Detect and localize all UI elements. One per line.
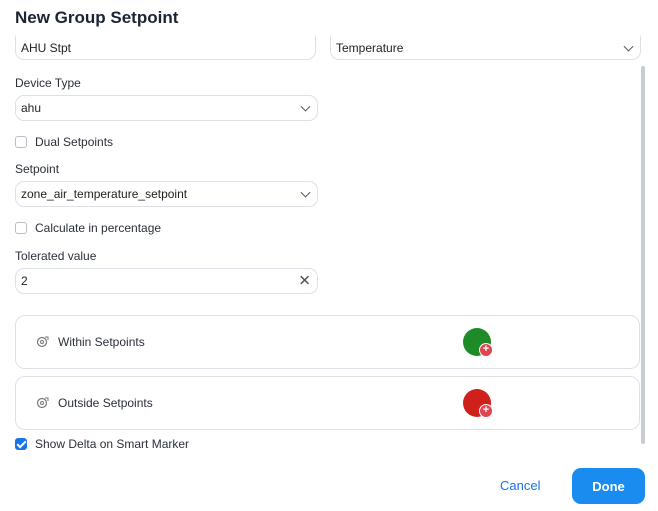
device-type-select[interactable]: ahu <box>15 95 318 121</box>
chevron-down-icon <box>300 101 311 112</box>
chevron-down-icon <box>623 41 634 52</box>
scrollbar[interactable] <box>641 66 645 444</box>
done-button[interactable]: Done <box>572 468 645 504</box>
device-type-value: ahu <box>21 101 42 115</box>
device-type-label: Device Type <box>15 76 81 90</box>
name-field-value: AHU Stpt <box>21 40 72 55</box>
marker-label: Outside Setpoints <box>58 396 153 410</box>
category-select[interactable]: Temperature <box>330 35 641 60</box>
cancel-button[interactable]: Cancel <box>500 478 540 493</box>
calc-percentage-label[interactable]: Calculate in percentage <box>35 221 161 235</box>
dual-setpoints-label[interactable]: Dual Setpoints <box>35 135 113 149</box>
name-field[interactable]: AHU Stpt <box>15 35 316 60</box>
marker-settings-icon <box>36 336 49 348</box>
marker-label: Within Setpoints <box>58 335 145 349</box>
tolerated-value-input[interactable]: 2 ✕ <box>15 268 318 294</box>
marker-card-within[interactable]: Within Setpoints + <box>15 315 640 369</box>
tolerated-value-label: Tolerated value <box>15 249 97 263</box>
marker-settings-icon <box>36 397 49 409</box>
category-select-value: Temperature <box>336 40 404 55</box>
setpoint-select[interactable]: zone_air_temperature_setpoint <box>15 181 318 207</box>
calc-percentage-checkbox[interactable] <box>15 222 27 234</box>
show-delta-checkbox[interactable] <box>15 438 27 450</box>
dual-setpoints-checkbox[interactable] <box>15 136 27 148</box>
show-delta-label[interactable]: Show Delta on Smart Marker <box>35 437 189 451</box>
clear-icon[interactable]: ✕ <box>298 274 311 289</box>
chevron-down-icon <box>300 187 311 198</box>
add-icon[interactable]: + <box>479 404 493 418</box>
setpoint-label: Setpoint <box>15 162 60 176</box>
marker-card-outside[interactable]: Outside Setpoints + <box>15 376 640 430</box>
tolerated-value-text: 2 <box>21 274 28 288</box>
setpoint-value: zone_air_temperature_setpoint <box>21 187 188 201</box>
dialog-title: New Group Setpoint <box>15 8 179 27</box>
add-icon[interactable]: + <box>479 343 493 357</box>
